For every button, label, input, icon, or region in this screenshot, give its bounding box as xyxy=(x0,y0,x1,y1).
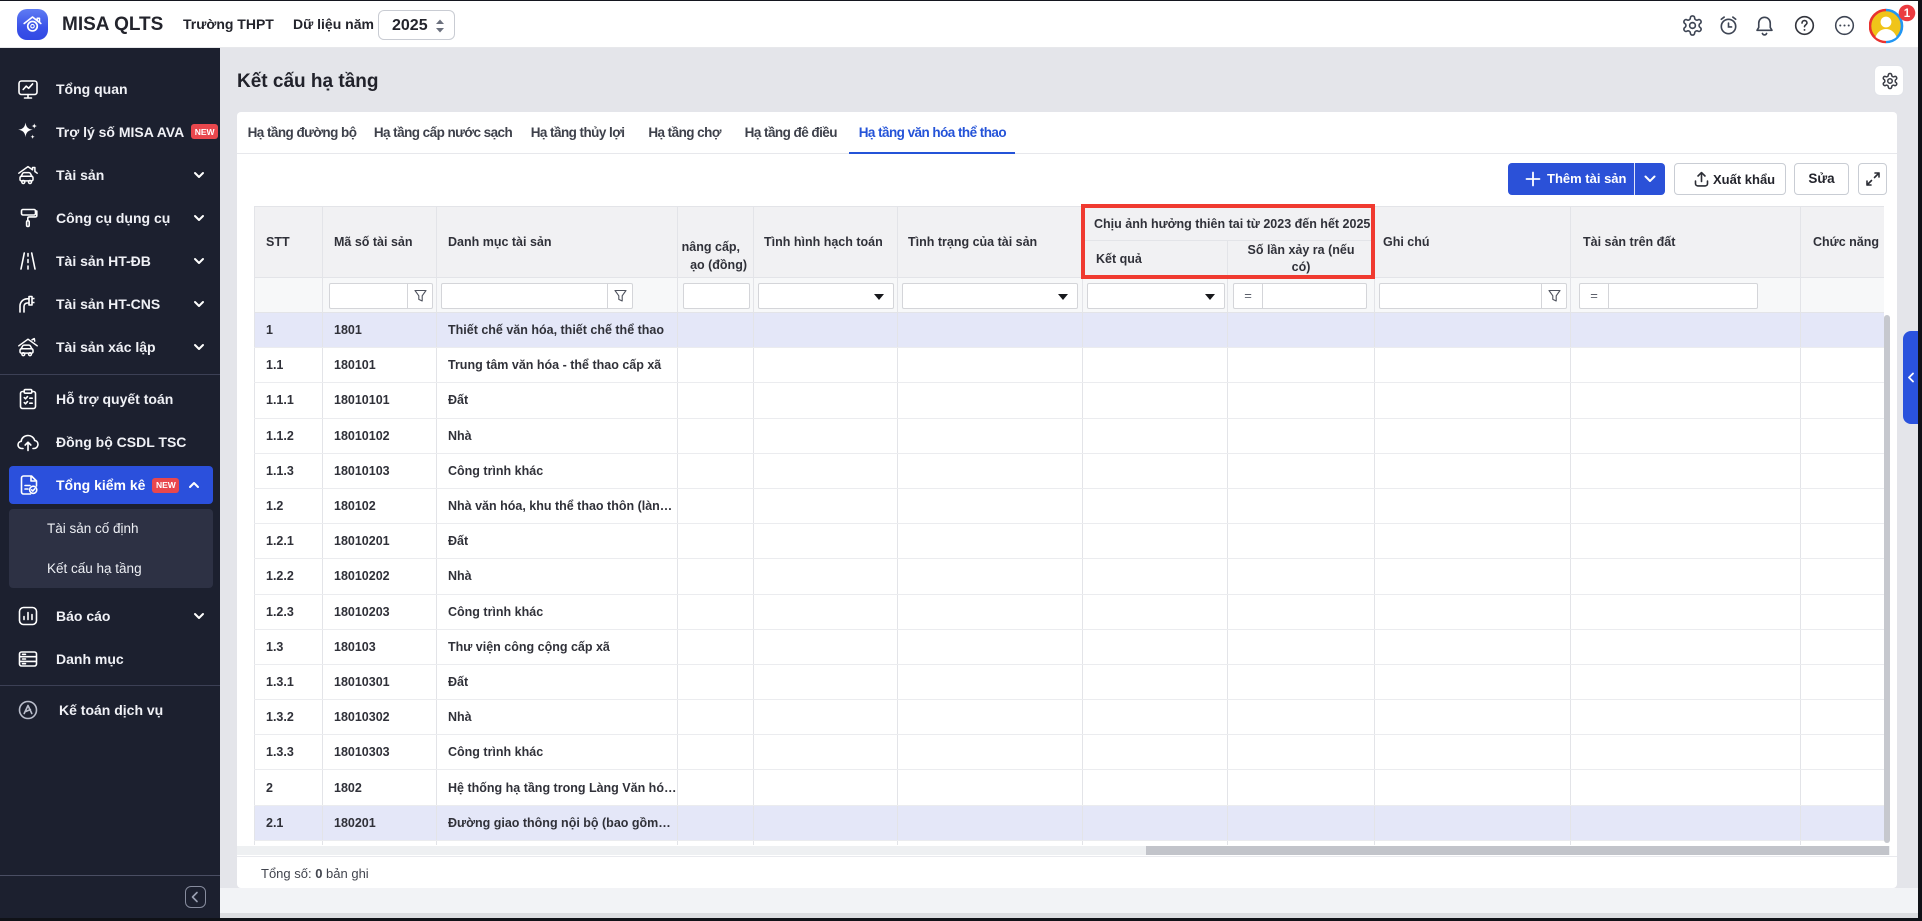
svg-text:1: 1 xyxy=(1904,8,1911,20)
